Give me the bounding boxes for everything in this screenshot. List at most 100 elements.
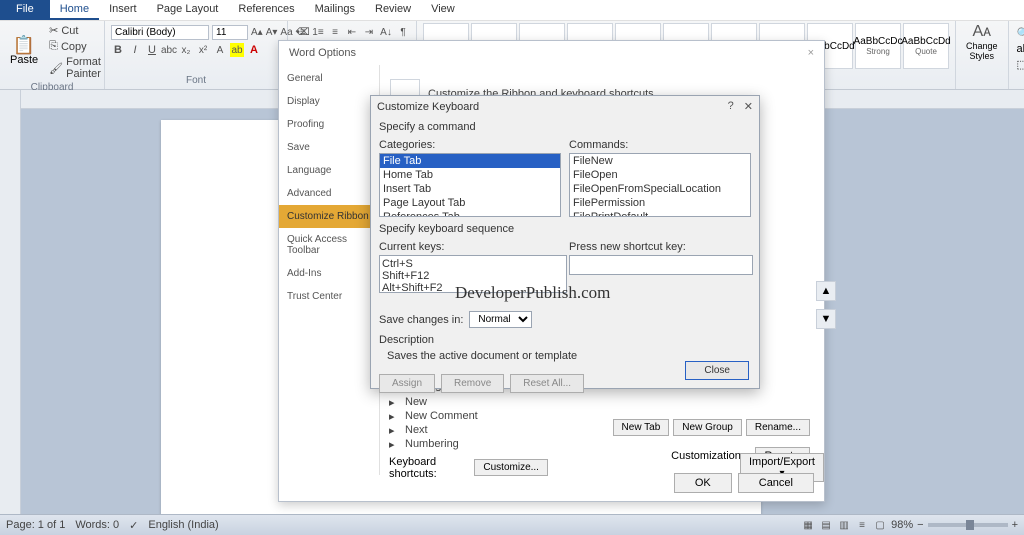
ok-button[interactable]: OK [674, 473, 732, 493]
style-item[interactable]: AaBbCcDdQuote [903, 23, 949, 69]
move-up-button[interactable]: ▲ [816, 281, 836, 301]
category-item[interactable]: Insert Tab [380, 182, 560, 196]
find-button[interactable]: 🔍Find▾ [1015, 26, 1024, 41]
assign-button[interactable]: Assign [379, 374, 435, 393]
move-down-button[interactable]: ▼ [816, 309, 836, 329]
word-count[interactable]: Words: 0 [75, 519, 119, 531]
font-size-select[interactable] [212, 25, 248, 40]
bullets-icon[interactable]: •≡ [294, 25, 308, 39]
grow-font-icon[interactable]: A▴ [251, 26, 263, 40]
font-name-select[interactable] [111, 25, 209, 40]
tab-references[interactable]: References [228, 0, 304, 20]
category-item[interactable]: File Tab [380, 154, 560, 168]
command-item[interactable]: FileNew [570, 154, 750, 168]
current-key-item[interactable]: Shift+F12 [382, 270, 564, 282]
sidebar-item[interactable]: Language [279, 159, 379, 182]
multilevel-icon[interactable]: ≡ [328, 25, 342, 39]
tab-page-layout[interactable]: Page Layout [147, 0, 229, 20]
category-item[interactable]: References Tab [380, 210, 560, 217]
close-button[interactable]: Close [685, 361, 749, 380]
vertical-ruler [0, 90, 21, 527]
shrink-font-icon[interactable]: A▾ [266, 26, 278, 40]
category-item[interactable]: Page Layout Tab [380, 196, 560, 210]
replace-button[interactable]: abReplace [1015, 42, 1024, 56]
help-icon[interactable]: ? [728, 100, 734, 113]
sidebar-item[interactable]: Save [279, 136, 379, 159]
change-styles-icon: Aᴀ [975, 25, 989, 39]
style-item[interactable]: AaBbCcDcStrong [855, 23, 901, 69]
print-layout-icon[interactable]: ▦ [801, 518, 815, 532]
spell-check-icon[interactable]: ✓ [129, 519, 138, 532]
sidebar-item[interactable]: Display [279, 90, 379, 113]
zoom-slider[interactable] [928, 523, 1008, 527]
outline-icon[interactable]: ≡ [855, 518, 869, 532]
categories-list[interactable]: File TabHome TabInsert TabPage Layout Ta… [379, 153, 561, 217]
replace-icon: ab [1017, 43, 1024, 55]
sort-icon[interactable]: A↓ [379, 25, 393, 39]
cancel-button[interactable]: Cancel [738, 473, 814, 493]
reset-all-button[interactable]: Reset All... [510, 374, 584, 393]
command-item[interactable]: FileOpen [570, 168, 750, 182]
tab-home[interactable]: Home [50, 0, 99, 20]
remove-button[interactable]: Remove [441, 374, 504, 393]
zoom-label[interactable]: 98% [891, 519, 913, 531]
tab-review[interactable]: Review [365, 0, 421, 20]
current-key-item[interactable]: Ctrl+S [382, 258, 564, 270]
draft-icon[interactable]: ▢ [873, 518, 887, 532]
change-styles-label: Change Styles [966, 41, 998, 61]
tree-item[interactable]: ▸New [389, 395, 819, 409]
cut-button[interactable]: ✂Cut [46, 23, 104, 38]
new-group-button[interactable]: New Group [673, 419, 742, 436]
close-icon[interactable]: ✕ [744, 100, 753, 113]
zoom-in-button[interactable]: + [1012, 519, 1018, 531]
command-item[interactable]: FileOpenFromSpecialLocation [570, 182, 750, 196]
tab-file[interactable]: File [0, 0, 50, 20]
close-icon[interactable]: × [808, 47, 814, 59]
decrease-indent-icon[interactable]: ⇤ [345, 25, 359, 39]
highlight-icon[interactable]: ab [230, 43, 244, 57]
customize-kbd-button[interactable]: Customize... [474, 459, 548, 476]
numbering-icon[interactable]: 1≡ [311, 25, 325, 39]
new-tab-button[interactable]: New Tab [613, 419, 670, 436]
new-shortcut-input[interactable] [569, 255, 753, 275]
font-color-icon[interactable]: A [247, 43, 261, 57]
paste-button[interactable]: 📋 Paste [6, 36, 42, 68]
copy-button[interactable]: ⎘Copy [46, 39, 104, 54]
select-button[interactable]: ⬚Select▾ [1015, 57, 1024, 72]
zoom-out-button[interactable]: − [917, 519, 923, 531]
tab-insert[interactable]: Insert [99, 0, 147, 20]
rename-button[interactable]: Rename... [746, 419, 810, 436]
strike-icon[interactable]: abc [162, 43, 176, 57]
text-effect-icon[interactable]: A [213, 43, 227, 57]
sidebar-item[interactable]: Quick Access Toolbar [279, 228, 379, 262]
page-status[interactable]: Page: 1 of 1 [6, 519, 65, 531]
sidebar-item[interactable]: Add-Ins [279, 262, 379, 285]
command-item[interactable]: FilePrintDefault [570, 210, 750, 217]
sidebar-item[interactable]: Proofing [279, 113, 379, 136]
sidebar-item[interactable]: Customize Ribbon [279, 205, 379, 228]
change-styles-button[interactable]: Aᴀ Change Styles [962, 23, 1002, 63]
superscript-icon[interactable]: x² [196, 43, 210, 57]
subscript-icon[interactable]: x₂ [179, 43, 193, 57]
tab-view[interactable]: View [421, 0, 465, 20]
web-layout-icon[interactable]: ▥ [837, 518, 851, 532]
underline-icon[interactable]: U [145, 43, 159, 57]
italic-icon[interactable]: I [128, 43, 142, 57]
category-item[interactable]: Home Tab [380, 168, 560, 182]
increase-indent-icon[interactable]: ⇥ [362, 25, 376, 39]
description-label: Description [379, 334, 751, 346]
select-icon: ⬚ [1017, 58, 1024, 71]
commands-label: Commands: [569, 139, 751, 151]
commands-list[interactable]: FileNewFileOpenFileOpenFromSpecialLocati… [569, 153, 751, 217]
sidebar-item[interactable]: Advanced [279, 182, 379, 205]
format-painter-button[interactable]: 🖌Format Painter [46, 55, 104, 81]
tab-mailings[interactable]: Mailings [305, 0, 365, 20]
save-changes-select[interactable]: Normal [469, 311, 532, 328]
command-item[interactable]: FilePermission [570, 196, 750, 210]
sidebar-item[interactable]: General [279, 67, 379, 90]
sidebar-item[interactable]: Trust Center [279, 285, 379, 308]
language-status[interactable]: English (India) [148, 519, 218, 531]
reading-layout-icon[interactable]: ▤ [819, 518, 833, 532]
bold-icon[interactable]: B [111, 43, 125, 57]
show-marks-icon[interactable]: ¶ [396, 25, 410, 39]
